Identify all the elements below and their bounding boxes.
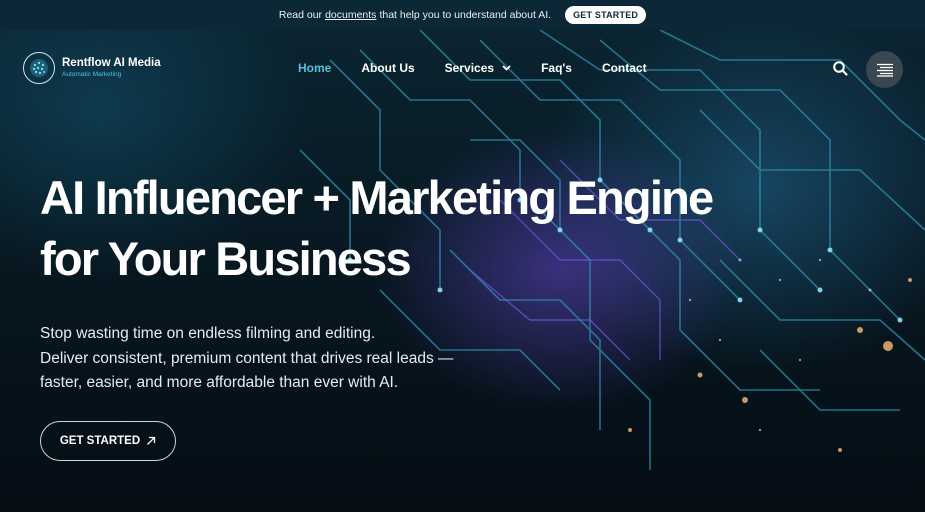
nav-item-home[interactable]: Home <box>298 61 331 75</box>
brand-tagline: Automatic Marketing <box>62 70 122 78</box>
main-navigation: Rentflow AI Media Automatic Marketing Ho… <box>0 30 925 108</box>
announcement-prefix: Read our <box>278 9 323 21</box>
hero-get-started-label: GET STARTED <box>59 435 141 447</box>
nav-item-faqs[interactable]: Faq's <box>541 61 572 75</box>
hero-headline-line-1: AI Influencer + Marketing Engine <box>40 171 714 224</box>
hamburger-menu-icon <box>876 63 893 77</box>
nav-item-services-label: Services <box>444 61 495 75</box>
hamburger-menu-button[interactable] <box>866 51 903 88</box>
nav-item-about-us[interactable]: About Us <box>361 61 414 75</box>
announcement-bar: Read our documents that help you to unde… <box>0 0 925 30</box>
hero-headline-line-2: for Your Business <box>40 232 412 285</box>
announcement-suffix: that help you to understand about AI. <box>379 9 552 21</box>
announcement-message: Read our documents that help you to unde… <box>279 9 551 21</box>
topbar-get-started-button[interactable]: GET STARTED <box>565 6 647 24</box>
hero-headline: AI Influencer + Marketing Engine for You… <box>40 167 760 289</box>
hero-description-line-2: Deliver consistent, premium content that… <box>40 349 454 367</box>
documents-link[interactable]: documents <box>325 9 376 21</box>
hero-get-started-button[interactable]: GET STARTED <box>40 421 176 461</box>
hero-section: Rentflow AI Media Automatic Marketing Ho… <box>0 30 925 512</box>
hero-description: Stop wasting time on endless filming and… <box>40 322 500 396</box>
nav-item-contact[interactable]: Contact <box>602 61 647 75</box>
hero-description-line-3: faster, easier, and more affordable than… <box>40 374 399 391</box>
hero-description-line-1: Stop wasting time on endless filming and… <box>40 325 376 342</box>
chevron-down-icon <box>502 65 511 71</box>
brand-name: Rentflow AI Media <box>62 57 161 69</box>
brain-logo-icon <box>23 52 55 84</box>
search-icon[interactable] <box>832 60 849 77</box>
brand-logo[interactable]: Rentflow AI Media Automatic Marketing <box>23 52 161 84</box>
nav-menu: Home About Us Services Faq's Contact <box>298 61 677 75</box>
arrow-up-right-icon <box>147 436 156 445</box>
nav-item-services[interactable]: Services <box>445 61 511 75</box>
